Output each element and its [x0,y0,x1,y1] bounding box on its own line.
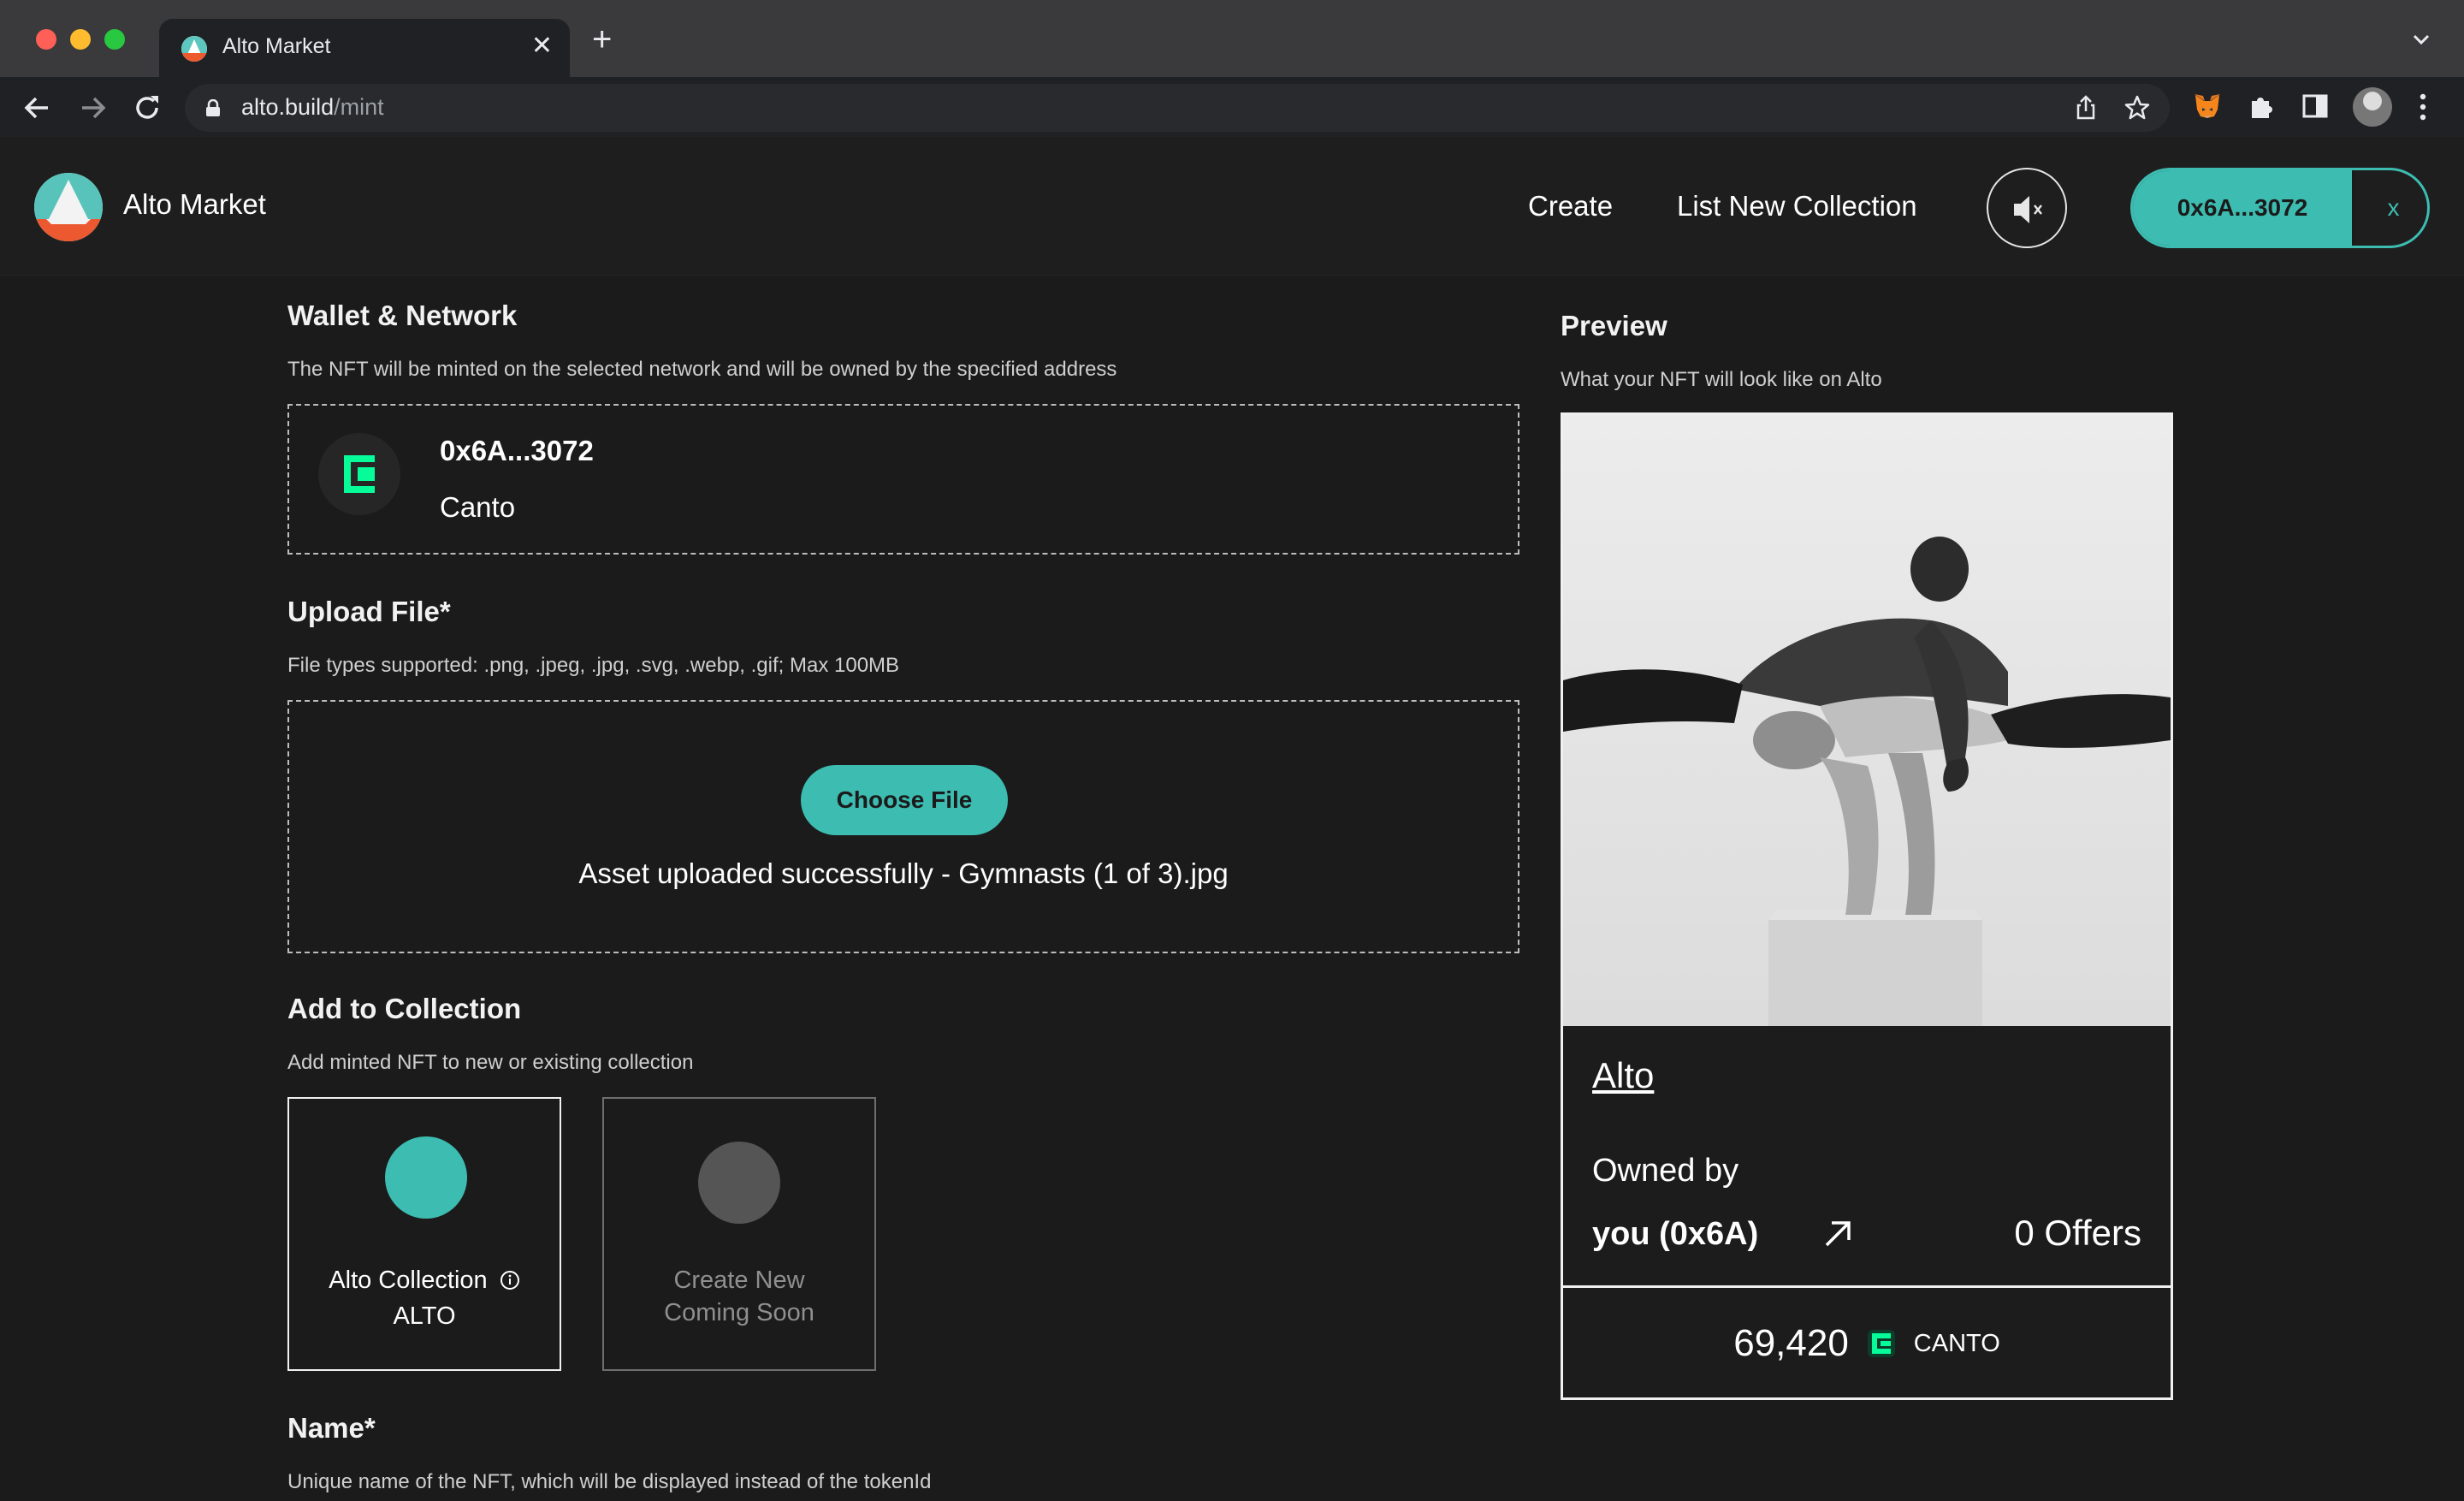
nft-price-row: 69,420 CANTO [1563,1290,2171,1397]
close-window-button[interactable] [36,29,56,50]
upload-file-title: Upload File* [287,596,451,627]
upload-status-text: Asset uploaded successfully - Gymnasts (… [578,857,1229,889]
owned-by-label: Owned by [1592,1153,1739,1189]
maximize-window-button[interactable] [104,29,125,50]
upload-file-description: File types supported: .png, .jpeg, .jpg,… [287,654,900,677]
wallet-network-title: Wallet & Network [287,300,518,331]
collection-symbol: ALTO [393,1302,456,1330]
nft-preview-card: Alto Owned by you (0x6A) 0 Offers 69,420… [1561,412,2173,1400]
reload-icon[interactable] [130,91,164,125]
app-header: Alto Market Create List New Collection 0… [0,137,2464,276]
bookmark-star-icon[interactable] [2123,94,2151,122]
wallet-pill: 0x6A...3072 x [2130,168,2430,248]
offers-count: 0 Offers [2014,1213,2141,1253]
brand-name[interactable]: Alto Market [123,188,266,221]
tab-search-chevron-icon[interactable] [2411,29,2431,50]
profile-avatar[interactable] [2353,87,2392,127]
nft-preview-image [1563,415,2171,1026]
canto-currency-icon [1867,1330,1895,1357]
alto-logo-icon[interactable] [34,173,103,241]
nav-create-link[interactable]: Create [1528,190,1613,222]
nft-preview-info: Alto Owned by you (0x6A) 0 Offers [1563,1026,2171,1288]
network-name-text: Canto [440,491,516,523]
collection-avatar [385,1136,467,1219]
name-field-description: Unique name of the NFT, which will be di… [287,1470,932,1493]
wallet-address-text: 0x6A...3072 [440,435,594,466]
nft-price: 69,420 [1733,1322,1849,1364]
create-new-label: Create New [673,1267,805,1294]
extensions-puzzle-icon[interactable] [2247,91,2277,122]
browser-tab-bar: Alto Market ✕ + [0,0,2464,77]
tab-title: Alto Market [222,34,331,58]
wallet-network-box: 0x6A...3072 Canto [287,404,1519,555]
tab-close-icon[interactable]: ✕ [531,31,553,61]
preview-description: What your NFT will look like on Alto [1561,368,1882,391]
choose-file-button[interactable]: Choose File [801,765,1008,835]
collection-card-create-new: Create New Coming Soon [602,1097,876,1371]
browser-toolbar: alto.build/mint [0,77,2464,137]
disconnect-wallet-button[interactable]: x [2352,170,2427,246]
wallet-network-description: The NFT will be minted on the selected n… [287,358,1117,381]
nav-list-new-collection-link[interactable]: List New Collection [1677,190,1917,222]
collection-card-alto[interactable]: Alto Collection ALTO [287,1097,561,1371]
upload-dropzone[interactable]: Choose File Asset uploaded successfully … [287,700,1519,953]
browser-tab-active[interactable]: Alto Market ✕ [159,19,570,77]
add-to-collection-description: Add minted NFT to new or existing collec… [287,1051,694,1074]
forward-arrow-icon[interactable] [75,91,110,125]
back-arrow-icon[interactable] [21,91,55,125]
preview-title: Preview [1561,310,1667,341]
canto-network-icon [318,433,400,515]
minimize-window-button[interactable] [70,29,91,50]
owner-text[interactable]: you (0x6A) [1592,1216,1758,1253]
external-link-arrow-icon[interactable] [1820,1214,1857,1252]
speaker-muted-icon [2014,196,2042,223]
add-to-collection-title: Add to Collection [287,993,522,1024]
browser-menu-icon[interactable] [2418,92,2428,122]
side-panel-icon[interactable] [2300,91,2331,122]
share-icon[interactable] [2072,94,2100,122]
address-bar[interactable]: alto.build/mint [185,84,2170,132]
collection-name: Alto Collection [289,1267,560,1295]
new-tab-button[interactable]: + [592,22,612,56]
lock-icon [206,99,220,116]
url-text[interactable]: alto.build/mint [241,94,384,121]
collection-avatar-placeholder [698,1142,780,1224]
nft-name-link[interactable]: Alto [1592,1055,1654,1096]
wallet-address-button[interactable]: 0x6A...3072 [2133,170,2352,246]
alto-favicon-icon [181,36,207,62]
metamask-fox-icon[interactable] [2192,91,2223,122]
name-field-title: Name* [287,1412,376,1444]
coming-soon-label: Coming Soon [664,1299,814,1326]
mute-toggle-button[interactable] [1987,168,2067,248]
app-viewport: Alto Market Create List New Collection 0… [0,137,2464,1501]
nft-currency: CANTO [1913,1329,2000,1357]
info-icon[interactable] [500,1270,520,1290]
